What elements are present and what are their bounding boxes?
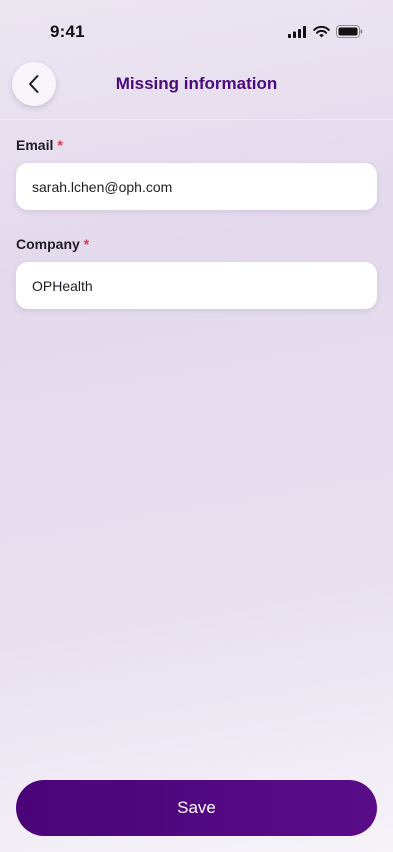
cellular-signal-icon [288,25,306,38]
email-label: Email * [16,137,63,153]
company-label-text: Company [16,236,80,252]
required-mark: * [83,236,90,252]
status-bar: 9:41 [0,0,393,54]
status-time: 9:41 [50,22,85,41]
company-field-value: OPHealth [32,277,93,294]
page-title: Missing information [115,74,278,93]
email-field[interactable]: sarah.lchen@oph.com [16,163,377,210]
company-label: Company * [16,236,89,252]
email-label-text: Email [16,137,54,153]
nav-bar: Missing information [0,54,393,120]
company-field[interactable]: OPHealth [16,262,377,309]
save-button[interactable]: Save [16,780,377,836]
email-field-value: sarah.lchen@oph.com [32,178,173,195]
required-mark: * [57,137,63,153]
battery-icon [336,25,363,38]
status-icons [288,25,363,38]
wifi-icon [313,25,330,37]
